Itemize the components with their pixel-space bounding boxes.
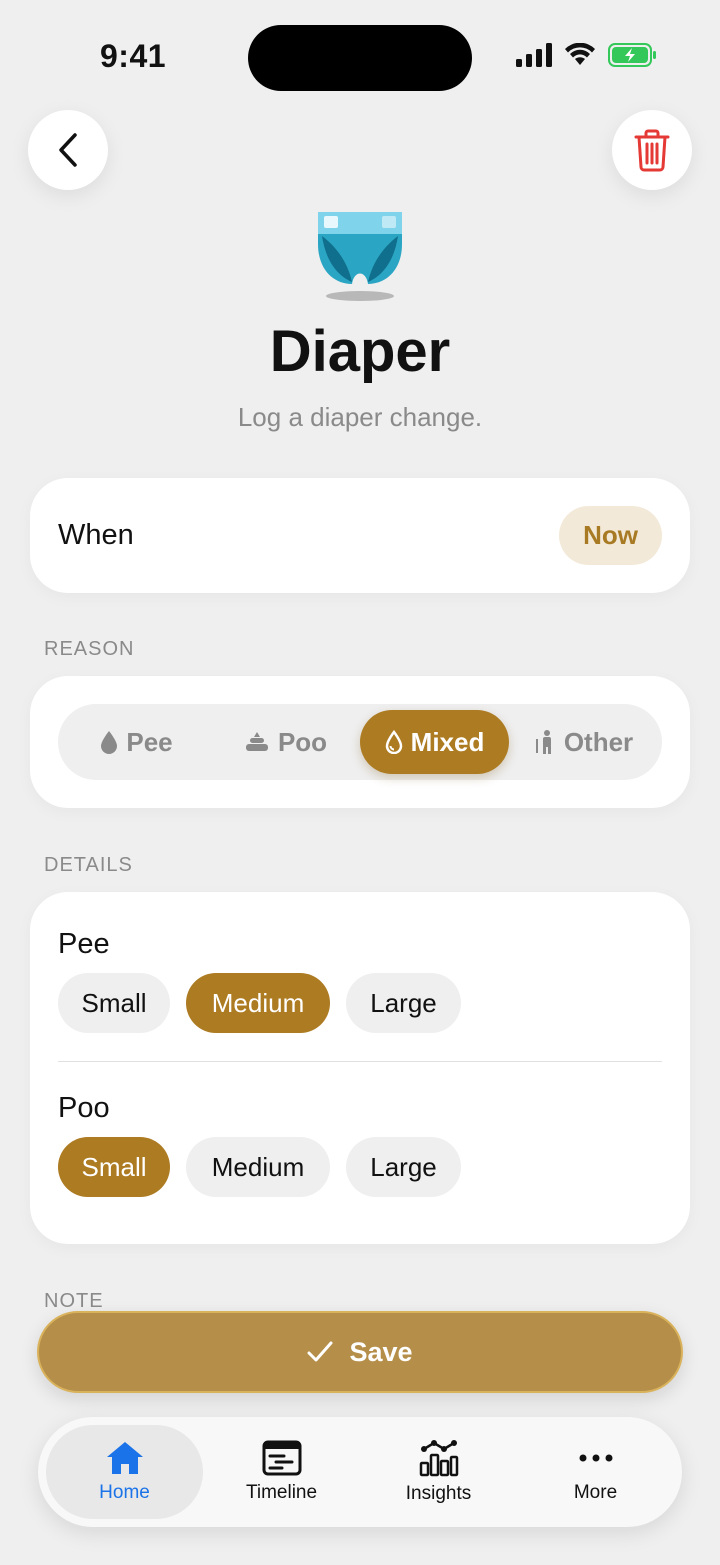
chevron-left-icon (59, 133, 77, 167)
reason-section-label: REASON (44, 638, 135, 660)
wifi-icon (565, 43, 595, 65)
droplet-outline-icon (385, 730, 402, 754)
when-value-pill[interactable]: Now (559, 506, 662, 565)
tab-insights[interactable]: Insights (360, 1425, 517, 1519)
details-divider (58, 1061, 662, 1062)
reason-option-label: Mixed (410, 726, 485, 757)
poo-size-small[interactable]: Small (58, 1137, 170, 1197)
when-card[interactable]: When Now (30, 478, 690, 593)
checkmark-icon (307, 1341, 333, 1362)
note-section-label: NOTE (44, 1290, 104, 1312)
battery-icon (608, 43, 656, 67)
reason-segmented-control: Pee Poo Mixed Other (58, 704, 662, 780)
tab-home[interactable]: Home (46, 1425, 203, 1519)
droplet-icon (101, 731, 118, 754)
diaper-icon (312, 204, 408, 304)
tab-label: More (573, 1482, 618, 1503)
trash-icon (634, 129, 670, 172)
when-label: When (58, 519, 134, 551)
page-subtitle: Log a diaper change. (237, 402, 483, 432)
status-icons (516, 42, 658, 68)
dynamic-island (248, 25, 472, 91)
save-button[interactable]: Save (37, 1311, 683, 1393)
insights-icon (419, 1440, 458, 1477)
poo-size-large[interactable]: Large (346, 1137, 461, 1197)
tab-more[interactable]: More (517, 1425, 674, 1519)
timeline-icon (262, 1440, 301, 1476)
tab-label: Home (99, 1482, 150, 1503)
person-icon (535, 730, 551, 754)
tab-bar: Home Timeline Insights More (38, 1417, 682, 1527)
reason-card: Pee Poo Mixed Other (30, 676, 690, 808)
more-icon (579, 1454, 612, 1462)
delete-button[interactable] (612, 110, 692, 190)
reason-option-label: Pee (126, 726, 173, 757)
signal-icon (516, 43, 552, 67)
poo-size-medium[interactable]: Medium (186, 1137, 330, 1197)
details-section-label: DETAILS (44, 854, 133, 876)
tab-label: Insights (405, 1483, 472, 1504)
pee-size-options: Small Medium Large (58, 973, 662, 1033)
poo-size-options: Small Medium Large (58, 1137, 662, 1197)
home-icon (106, 1442, 143, 1474)
pee-size-large[interactable]: Large (346, 973, 461, 1033)
details-card: Pee Small Medium Large Poo Small Medium … (30, 892, 690, 1244)
reason-option-other[interactable]: Other (509, 710, 658, 774)
tab-label: Timeline (245, 1482, 318, 1503)
poo-detail-title: Poo (58, 1092, 110, 1124)
back-button[interactable] (28, 110, 108, 190)
reason-option-pee[interactable]: Pee (62, 710, 211, 774)
pee-size-small[interactable]: Small (58, 973, 170, 1033)
reason-option-mixed[interactable]: Mixed (360, 710, 509, 774)
pee-detail-title: Pee (58, 928, 110, 960)
poop-icon (245, 732, 268, 751)
tab-timeline[interactable]: Timeline (203, 1425, 360, 1519)
status-time: 9:41 (100, 38, 167, 74)
page-title: Diaper (269, 319, 451, 384)
reason-option-poo[interactable]: Poo (211, 710, 360, 774)
save-label: Save (349, 1336, 413, 1367)
reason-option-label: Poo (277, 726, 328, 757)
pee-size-medium[interactable]: Medium (186, 973, 330, 1033)
reason-option-label: Other (563, 726, 634, 757)
